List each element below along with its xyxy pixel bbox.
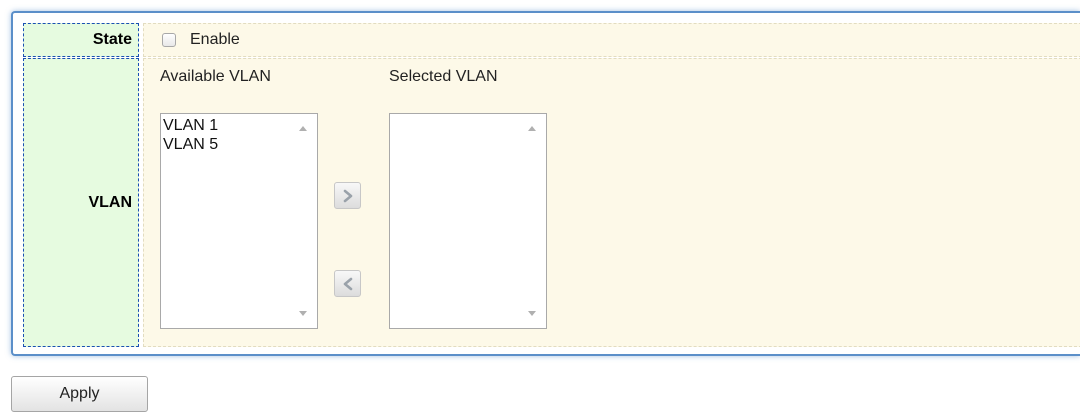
settings-form: State Enable VLAN Available VLAN Selecte… — [23, 23, 1080, 347]
state-label-cell: State — [23, 23, 139, 57]
chevron-right-icon — [343, 189, 352, 202]
scroll-up-icon[interactable] — [528, 126, 536, 131]
scroll-down-icon[interactable] — [528, 311, 536, 316]
enable-checkbox[interactable] — [162, 33, 176, 47]
scroll-down-icon[interactable] — [299, 311, 307, 316]
vlan-label-cell: VLAN — [23, 58, 139, 347]
settings-panel: State Enable VLAN Available VLAN Selecte… — [11, 11, 1080, 356]
selected-vlan-list[interactable] — [389, 113, 547, 329]
vlan-value-cell: Available VLAN Selected VLAN VLAN 1 VLAN… — [143, 58, 1080, 347]
enable-label[interactable]: Enable — [190, 31, 240, 49]
apply-button[interactable]: Apply — [11, 376, 148, 412]
chevron-left-icon — [343, 277, 352, 290]
add-vlan-button[interactable] — [334, 182, 361, 209]
vlan-label: VLAN — [88, 193, 132, 211]
list-item[interactable]: VLAN 5 — [163, 135, 218, 154]
available-vlan-list[interactable]: VLAN 1 VLAN 5 — [160, 113, 318, 329]
state-label: State — [92, 31, 132, 48]
scroll-up-icon[interactable] — [299, 126, 307, 131]
remove-vlan-button[interactable] — [334, 270, 361, 297]
available-vlan-title: Available VLAN — [160, 68, 271, 85]
list-item[interactable]: VLAN 1 — [163, 116, 218, 135]
selected-vlan-title: Selected VLAN — [389, 68, 498, 85]
state-value-cell: Enable — [143, 23, 1080, 57]
